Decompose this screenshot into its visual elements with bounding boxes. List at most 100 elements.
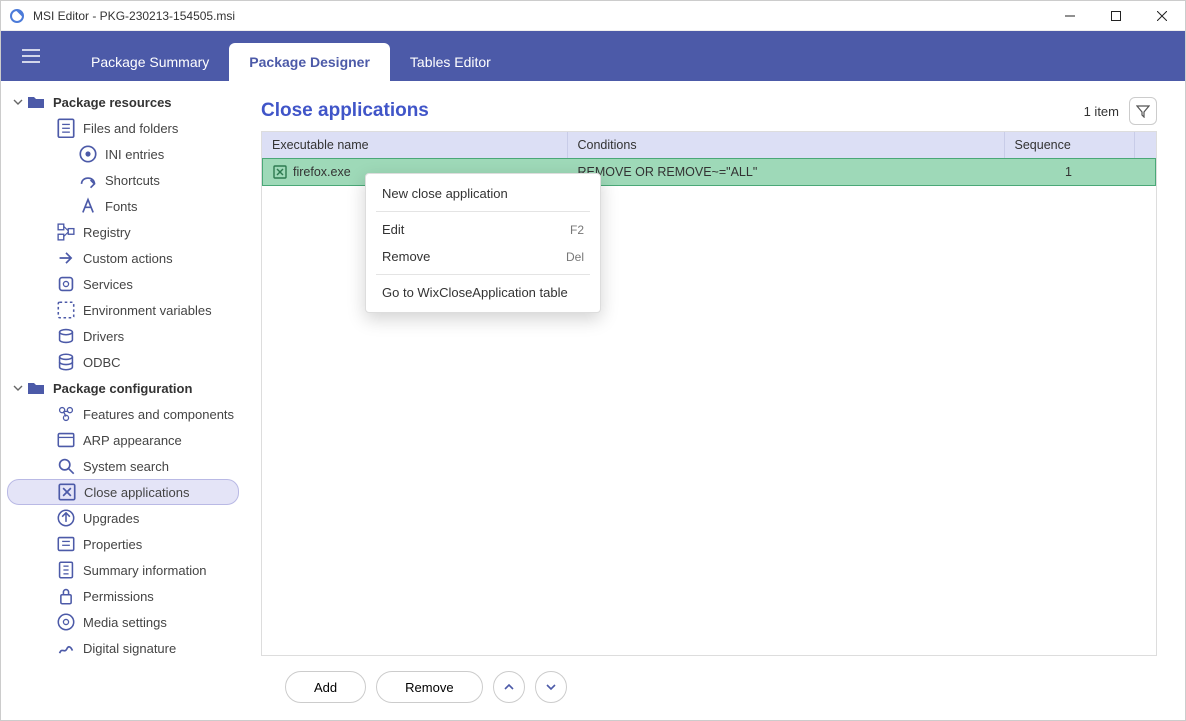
search-icon bbox=[57, 457, 75, 475]
menu-label: New close application bbox=[382, 186, 508, 201]
menu-label: Remove bbox=[382, 249, 430, 264]
menu-remove[interactable]: Remove Del bbox=[366, 243, 600, 270]
col-spacer bbox=[1134, 132, 1156, 158]
maximize-button[interactable] bbox=[1093, 1, 1139, 31]
window-icon bbox=[57, 431, 75, 449]
tree-item-properties[interactable]: Properties bbox=[1, 531, 245, 557]
add-button[interactable]: Add bbox=[285, 671, 366, 703]
tree-item-search[interactable]: System search bbox=[1, 453, 245, 479]
menu-divider bbox=[376, 211, 590, 212]
col-seq[interactable]: Sequence bbox=[1004, 132, 1134, 158]
tree-item-custom-actions[interactable]: Custom actions bbox=[1, 245, 245, 271]
app-logo-icon bbox=[9, 8, 25, 24]
content-header: Close applications 1 item bbox=[261, 91, 1157, 131]
titlebar: MSI Editor - PKG-230213-154505.msi bbox=[1, 1, 1185, 31]
col-exe[interactable]: Executable name bbox=[262, 132, 567, 158]
services-icon bbox=[57, 275, 75, 293]
menu-goto-table[interactable]: Go to WixCloseApplication table bbox=[366, 279, 600, 306]
menu-label: Edit bbox=[382, 222, 404, 237]
ribbon: Package Summary Package Designer Tables … bbox=[1, 31, 1185, 81]
cell-cond: REMOVE OR REMOVE~="ALL" bbox=[568, 159, 1004, 186]
close-app-icon bbox=[58, 483, 76, 501]
tree-label: Close applications bbox=[84, 485, 190, 500]
media-icon bbox=[57, 613, 75, 631]
hamburger-menu[interactable] bbox=[11, 31, 51, 81]
tree-item-odbc[interactable]: ODBC bbox=[1, 349, 245, 375]
tree-label: Properties bbox=[83, 537, 142, 552]
remove-button[interactable]: Remove bbox=[376, 671, 482, 703]
tree-item-registry[interactable]: Registry bbox=[1, 219, 245, 245]
tree-label: ARP appearance bbox=[83, 433, 182, 448]
ini-icon bbox=[79, 145, 97, 163]
tree-label: Shortcuts bbox=[105, 173, 160, 188]
menu-edit[interactable]: Edit F2 bbox=[366, 216, 600, 243]
tree-item-features[interactable]: Features and components bbox=[1, 401, 245, 427]
item-count: 1 item bbox=[1084, 104, 1119, 119]
tree-label: Features and components bbox=[83, 407, 234, 422]
arrow-right-icon bbox=[57, 249, 75, 267]
close-app-icon bbox=[273, 165, 287, 179]
menu-divider bbox=[376, 274, 590, 275]
tree-item-arp[interactable]: ARP appearance bbox=[1, 427, 245, 453]
tree-label: Summary information bbox=[83, 563, 207, 578]
font-icon bbox=[79, 197, 97, 215]
tree-item-media[interactable]: Media settings bbox=[1, 609, 245, 635]
properties-icon bbox=[57, 535, 75, 553]
chevron-down-icon bbox=[13, 95, 27, 110]
move-up-button[interactable] bbox=[493, 671, 525, 703]
tab-package-designer[interactable]: Package Designer bbox=[229, 43, 390, 81]
shortcut-icon bbox=[79, 171, 97, 189]
tree-item-close-apps[interactable]: Close applications bbox=[7, 479, 239, 505]
tree-item-drivers[interactable]: Drivers bbox=[1, 323, 245, 349]
col-cond[interactable]: Conditions bbox=[567, 132, 1004, 158]
lock-icon bbox=[57, 587, 75, 605]
menu-new-close-app[interactable]: New close application bbox=[366, 180, 600, 207]
cell-exe: firefox.exe bbox=[293, 165, 351, 179]
cell-seq: 1 bbox=[1004, 159, 1134, 186]
tree-label: Registry bbox=[83, 225, 131, 240]
tree-label: Package resources bbox=[53, 95, 172, 110]
chevron-up-icon bbox=[503, 681, 515, 693]
context-menu: New close application Edit F2 Remove Del… bbox=[365, 173, 601, 313]
tab-package-summary[interactable]: Package Summary bbox=[71, 43, 229, 81]
close-button[interactable] bbox=[1139, 1, 1185, 31]
filter-button[interactable] bbox=[1129, 97, 1157, 125]
tree-item-files[interactable]: Files and folders bbox=[1, 115, 245, 141]
tree-item-services[interactable]: Services bbox=[1, 271, 245, 297]
upgrade-icon bbox=[57, 509, 75, 527]
tree-label: System search bbox=[83, 459, 169, 474]
tree-item-shortcuts[interactable]: Shortcuts bbox=[1, 167, 245, 193]
tree-section-config[interactable]: Package configuration bbox=[1, 375, 245, 401]
tree-label: Media settings bbox=[83, 615, 167, 630]
tree-label: ODBC bbox=[83, 355, 121, 370]
tree-item-summary-info[interactable]: Summary information bbox=[1, 557, 245, 583]
tree-label: Permissions bbox=[83, 589, 154, 604]
driver-icon bbox=[57, 327, 75, 345]
tree-label: Digital signature bbox=[83, 641, 176, 656]
minimize-button[interactable] bbox=[1047, 1, 1093, 31]
tree-section-resources[interactable]: Package resources bbox=[1, 89, 245, 115]
tree-item-permissions[interactable]: Permissions bbox=[1, 583, 245, 609]
tree-item-fonts[interactable]: Fonts bbox=[1, 193, 245, 219]
menu-label: Go to WixCloseApplication table bbox=[382, 285, 568, 300]
chevron-down-icon bbox=[13, 381, 27, 396]
sidebar: Package resources Files and folders INI … bbox=[1, 81, 245, 720]
action-bar: Add Remove bbox=[261, 656, 1157, 706]
tab-tables-editor[interactable]: Tables Editor bbox=[390, 43, 511, 81]
tree-label: INI entries bbox=[105, 147, 164, 162]
document-icon bbox=[57, 119, 75, 137]
app-window: MSI Editor - PKG-230213-154505.msi Packa… bbox=[0, 0, 1186, 721]
move-down-button[interactable] bbox=[535, 671, 567, 703]
tree-item-signature[interactable]: Digital signature bbox=[1, 635, 245, 661]
tree-label: Files and folders bbox=[83, 121, 178, 136]
tree-label: Environment variables bbox=[83, 303, 212, 318]
signature-icon bbox=[57, 639, 75, 657]
tree-label: Drivers bbox=[83, 329, 124, 344]
features-icon bbox=[57, 405, 75, 423]
ribbon-tabs: Package Summary Package Designer Tables … bbox=[71, 43, 511, 81]
tree-item-env[interactable]: Environment variables bbox=[1, 297, 245, 323]
tree-item-upgrades[interactable]: Upgrades bbox=[1, 505, 245, 531]
database-icon bbox=[57, 353, 75, 371]
tree-item-ini[interactable]: INI entries bbox=[1, 141, 245, 167]
folder-icon bbox=[27, 379, 45, 397]
